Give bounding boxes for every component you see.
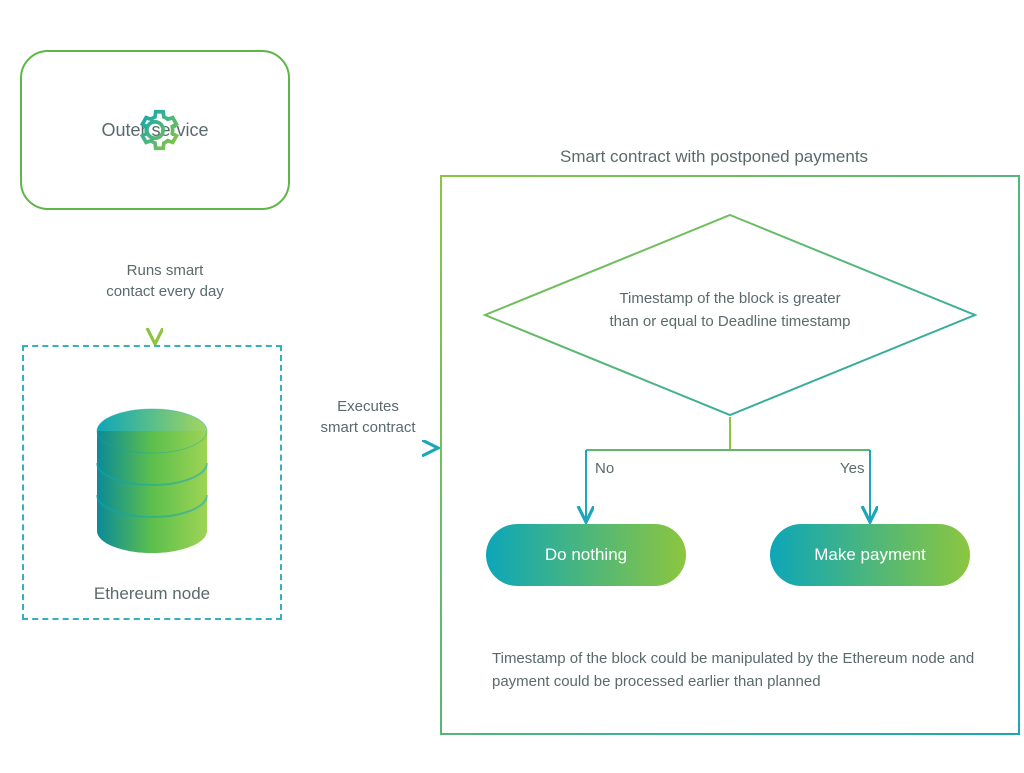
- arrow-run-line1: Runs smart: [127, 262, 204, 279]
- do-nothing-node: Do nothing: [486, 524, 686, 586]
- decision-text: Timestamp of the block is greater than o…: [555, 288, 905, 333]
- outer-service-label: Outer service: [101, 120, 208, 141]
- branch-no-label: No: [595, 460, 614, 477]
- branch-yes-label: Yes: [840, 460, 864, 477]
- database-icon: [87, 403, 217, 563]
- arrow-executes-label: Executes smart contract: [298, 396, 438, 438]
- make-payment-label: Make payment: [814, 545, 926, 565]
- do-nothing-label: Do nothing: [545, 545, 627, 565]
- outer-service-node: Outer service: [20, 50, 290, 210]
- arrow-executes-line1: Executes: [337, 398, 399, 415]
- ethereum-node-label: Ethereum node: [94, 584, 210, 604]
- arrow-executes-line2: smart contract: [320, 419, 415, 436]
- make-payment-node: Make payment: [770, 524, 970, 586]
- ethereum-node-box: Ethereum node: [22, 345, 282, 620]
- smart-contract-title: Smart contract with postponed payments: [560, 147, 868, 167]
- arrow-run-label: Runs smart contact every day: [90, 260, 240, 302]
- footnote-text: Timestamp of the block could be manipula…: [492, 648, 992, 693]
- arrow-run-line2: contact every day: [106, 283, 224, 300]
- decision-line2: than or equal to Deadline timestamp: [610, 313, 851, 330]
- decision-line1: Timestamp of the block is greater: [619, 290, 840, 307]
